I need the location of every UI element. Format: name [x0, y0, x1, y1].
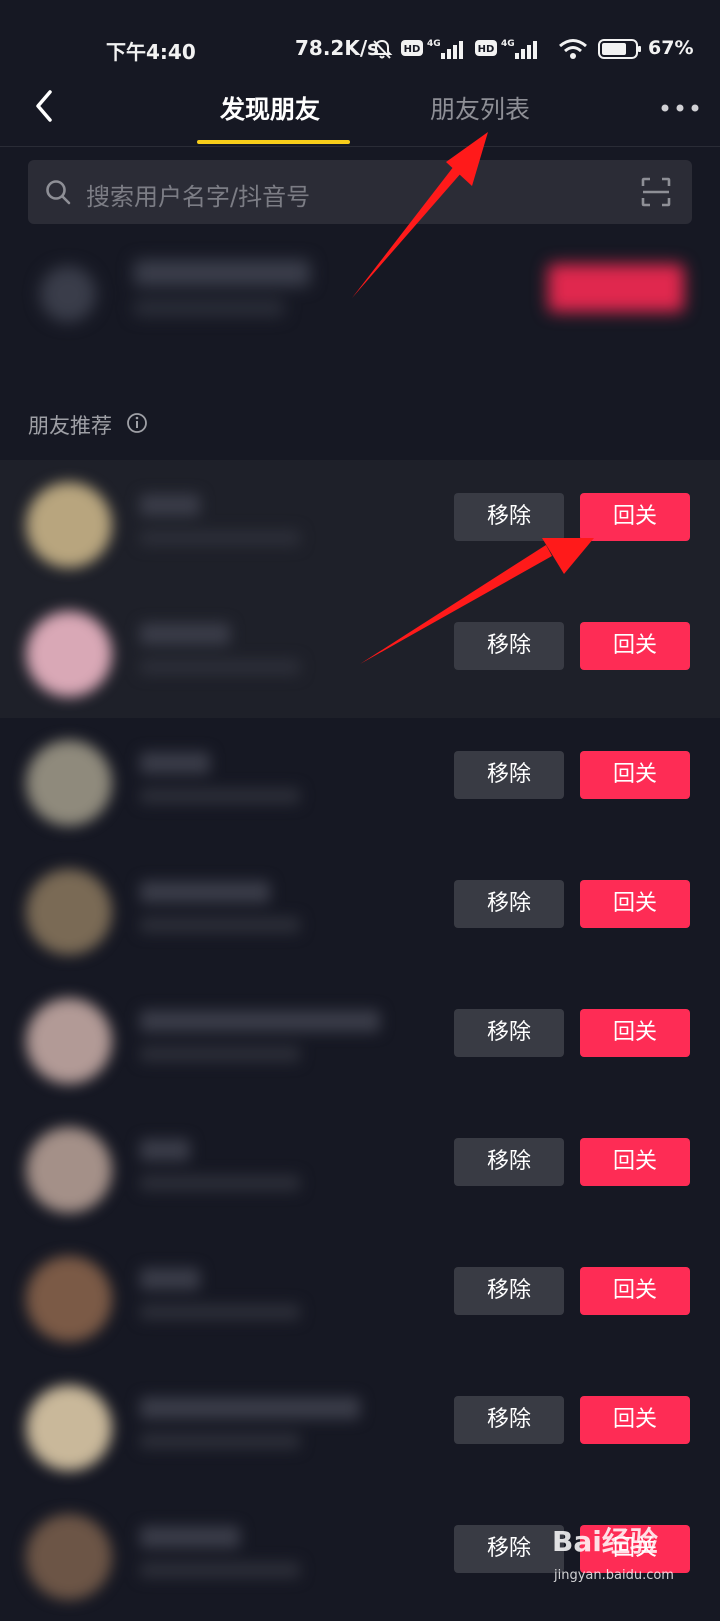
- follow-back-button[interactable]: 回关: [580, 1396, 690, 1444]
- follow-back-button[interactable]: 回关: [580, 1267, 690, 1315]
- status-time: 下午4:40: [106, 40, 196, 64]
- list-item[interactable]: 移除 回关: [0, 460, 720, 589]
- svg-text:4G: 4G: [427, 39, 441, 49]
- search-input[interactable]: 搜索用户名字/抖音号: [28, 160, 692, 224]
- svg-text:4G: 4G: [501, 39, 515, 49]
- back-arrow-icon[interactable]: [26, 86, 66, 126]
- blurred-username: [140, 623, 230, 645]
- friend-recommend-list: 移除 回关 移除 回关 移除 回关 移除 回关 移除 回关 移除 回关 移除 回关 移除 回关 移除 回关: [0, 460, 720, 1621]
- blurred-user-info: [0, 718, 430, 847]
- blurred-subtitle: [140, 530, 300, 546]
- blurred-subtitle: [140, 917, 300, 933]
- remove-button[interactable]: 移除: [454, 493, 564, 541]
- avatar[interactable]: [26, 1385, 112, 1471]
- list-item[interactable]: 移除 回关: [0, 718, 720, 847]
- blurred-subtitle: [140, 788, 300, 804]
- remove-button[interactable]: 移除: [454, 1525, 564, 1573]
- blurred-username: [140, 494, 200, 516]
- section-title: 朋友推荐: [28, 414, 112, 438]
- blurred-username: [140, 1526, 240, 1548]
- svg-text:HD: HD: [404, 44, 421, 55]
- wifi-icon: [559, 39, 587, 59]
- avatar: [40, 266, 96, 322]
- battery-icon: [598, 39, 641, 59]
- blurred-username: [140, 1139, 190, 1161]
- avatar[interactable]: [26, 611, 112, 697]
- follow-back-button[interactable]: 回关: [580, 880, 690, 928]
- blurred-user-info: [0, 1363, 430, 1492]
- remove-button[interactable]: 移除: [454, 1009, 564, 1057]
- avatar[interactable]: [26, 1127, 112, 1213]
- blurred-subtitle: [140, 1304, 300, 1320]
- blurred-subtitle: [140, 659, 300, 675]
- watermark-brand: Bai经验: [552, 1525, 658, 1558]
- remove-button[interactable]: 移除: [454, 1138, 564, 1186]
- watermark-url: jingyan.baidu.com: [554, 1568, 674, 1583]
- avatar[interactable]: [26, 740, 112, 826]
- blurred-user-info: [0, 1492, 430, 1621]
- signal-4g-icon: 4G: [427, 39, 463, 59]
- follow-back-button[interactable]: 回关: [580, 1138, 690, 1186]
- follow-back-button[interactable]: 回关: [580, 622, 690, 670]
- list-item[interactable]: 移除 回关: [0, 1234, 720, 1363]
- remove-button[interactable]: 移除: [454, 751, 564, 799]
- blurred-subtitle: [140, 1046, 300, 1062]
- active-tab-indicator: [197, 140, 350, 144]
- blurred-subtitle: [134, 300, 284, 316]
- search-placeholder: 搜索用户名字/抖音号: [86, 183, 311, 211]
- avatar[interactable]: [26, 482, 112, 568]
- signal-4g-icon: 4G: [501, 39, 537, 59]
- mute-bell-icon: [371, 39, 393, 59]
- remove-button[interactable]: 移除: [454, 622, 564, 670]
- blurred-username: [140, 881, 270, 903]
- more-dots-icon[interactable]: [660, 102, 700, 114]
- blurred-username: [140, 1397, 360, 1419]
- avatar[interactable]: [26, 1256, 112, 1342]
- hd-icon: HD: [401, 40, 423, 56]
- blurred-name: [134, 260, 310, 286]
- avatar[interactable]: [26, 869, 112, 955]
- blurred-user-info: [0, 976, 430, 1105]
- blurred-subtitle: [140, 1562, 300, 1578]
- svg-text:HD: HD: [478, 44, 495, 55]
- blurred-button: [548, 264, 684, 312]
- blurred-user-info: [0, 1105, 430, 1234]
- scan-icon[interactable]: [640, 176, 672, 208]
- tab-discover-friends[interactable]: 发现朋友: [220, 90, 320, 126]
- avatar[interactable]: [26, 998, 112, 1084]
- follow-back-button[interactable]: 回关: [580, 751, 690, 799]
- blurred-contact-row: [0, 236, 720, 356]
- list-item[interactable]: 移除 回关: [0, 976, 720, 1105]
- network-speed: 78.2K/s: [295, 36, 380, 60]
- avatar[interactable]: [26, 1514, 112, 1600]
- follow-back-button[interactable]: 回关: [580, 1009, 690, 1057]
- info-icon[interactable]: [126, 412, 148, 434]
- blurred-subtitle: [140, 1175, 300, 1191]
- follow-back-button[interactable]: 回关: [580, 493, 690, 541]
- list-item[interactable]: 移除 回关: [0, 1105, 720, 1234]
- blurred-username: [140, 1268, 200, 1290]
- blurred-username: [140, 752, 210, 774]
- blurred-user-info: [0, 589, 430, 718]
- remove-button[interactable]: 移除: [454, 880, 564, 928]
- blurred-username: [140, 1010, 380, 1032]
- top-nav: 发现朋友 朋友列表: [0, 72, 720, 147]
- hd-icon: HD: [475, 40, 497, 56]
- list-item[interactable]: 移除 回关: [0, 589, 720, 718]
- tab-friends-list[interactable]: 朋友列表: [430, 90, 530, 126]
- blurred-user-info: [0, 1234, 430, 1363]
- baidu-jingyan-watermark: Bai经验 jingyan.baidu.com: [552, 1520, 712, 1592]
- blurred-user-info: [0, 847, 430, 976]
- blurred-subtitle: [140, 1433, 300, 1449]
- list-item[interactable]: 移除 回关: [0, 1363, 720, 1492]
- battery-level: 67%: [648, 37, 694, 59]
- search-icon: [46, 180, 71, 205]
- blurred-user-info: [0, 460, 430, 589]
- list-item[interactable]: 移除 回关: [0, 847, 720, 976]
- remove-button[interactable]: 移除: [454, 1396, 564, 1444]
- remove-button[interactable]: 移除: [454, 1267, 564, 1315]
